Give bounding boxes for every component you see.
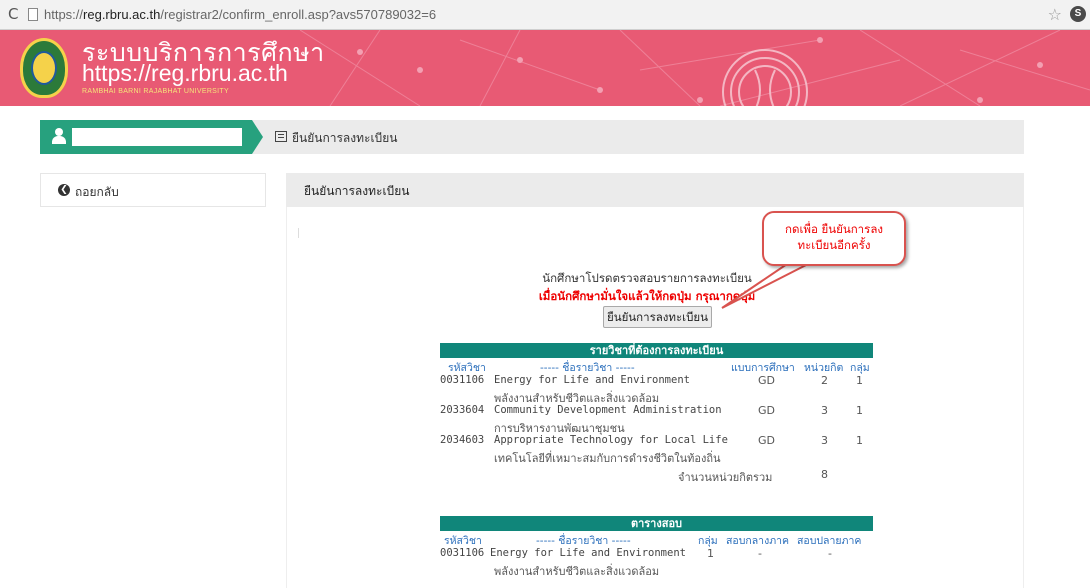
- course-name-en: Energy for Life and Environment: [494, 374, 690, 386]
- site-url: https://reg.rbru.ac.th: [82, 60, 288, 86]
- course-name-en: Community Development Administration: [494, 404, 722, 416]
- university-name: RAMBHAI BARNI RAJABHAT UNIVERSITY: [82, 88, 229, 95]
- course-name-en: Energy for Life and Environment: [490, 547, 686, 559]
- group: 1: [856, 434, 863, 447]
- callout-line-2: ทะเบียนอีกครั้ง: [797, 238, 871, 252]
- panel-title: ยืนยันการลงทะเบียน: [304, 184, 410, 198]
- total-credits-label: จำนวนหน่วยกิตรวม: [678, 471, 773, 484]
- back-button[interactable]: ❮ ถอยกลับ: [40, 173, 266, 207]
- panel-header: ยืนยันการลงทะเบียน: [286, 173, 1024, 207]
- course-code: 0031106: [440, 547, 485, 559]
- user-name-field: [72, 128, 242, 146]
- exam-table: ตารางสอบ รหัสวิชา ----- ชื่อรายวิชา ----…: [440, 516, 873, 578]
- callout-box: กดเพื่อ ยืนยันการลง ทะเบียนอีกครั้ง: [762, 211, 906, 266]
- breadcrumb-current: ยืนยันการลงทะเบียน: [292, 131, 398, 145]
- exam-group: 1: [707, 547, 714, 560]
- url-host: reg.rbru.ac.th: [83, 7, 161, 22]
- notice-warning: เมื่อนักศึกษามั่นใจแล้วให้กดปุ่ม กรุณากด…: [538, 289, 756, 303]
- reload-icon[interactable]: C: [8, 5, 18, 23]
- course-code: 0031106: [440, 374, 485, 386]
- confirm-enroll-button[interactable]: ยืนยันการลงทะเบียน: [603, 306, 712, 328]
- exam-table-title: ตารางสอบ: [440, 516, 873, 531]
- url-path: /registrar2/confirm_enroll.asp?avs570789…: [160, 7, 437, 22]
- user-box: [40, 120, 252, 154]
- arrow-left-circle-icon: ❮: [58, 184, 70, 196]
- page-icon: [28, 8, 38, 21]
- total-credits-row: จำนวนหน่วยกิตรวม 8: [440, 463, 873, 485]
- site-header-banner: ระบบบริการการศึกษา https://reg.rbru.ac.t…: [0, 30, 1090, 106]
- enroll-table-header: รหัสวิชา ----- ชื่อรายวิชา ----- แบบการศ…: [440, 358, 873, 374]
- list-icon: [275, 131, 287, 142]
- study-type: GD: [758, 374, 775, 387]
- course-name-en: Appropriate Technology for Local Life: [494, 434, 728, 446]
- notice-text: นักศึกษาโปรดตรวจสอบรายการลงทะเบียน: [542, 271, 752, 285]
- url-prefix: https://: [44, 7, 84, 22]
- extension-icon[interactable]: S: [1070, 6, 1086, 22]
- bookmark-star-icon[interactable]: ☆: [1048, 5, 1062, 24]
- course-code: 2034603: [440, 434, 485, 446]
- enroll-table: รายวิชาที่ต้องการลงทะเบียน รหัสวิชา ----…: [440, 343, 873, 485]
- credits: 3: [821, 434, 828, 447]
- course-code: 2033604: [440, 404, 485, 416]
- group: 1: [856, 404, 863, 417]
- url-field[interactable]: https://reg.rbru.ac.th/registrar2/confir…: [44, 7, 436, 22]
- user-box-arrow: [252, 120, 263, 154]
- table-row: 2033604 Community Development Administra…: [440, 403, 873, 435]
- course-name-th: พลังงานสำหรับชีวิตและสิ่งแวดล้อม: [494, 565, 660, 578]
- callout-line-1: กดเพื่อ ยืนยันการลง: [785, 222, 883, 236]
- group: 1: [856, 374, 863, 387]
- table-row: 0031106 Energy for Life and Environment …: [440, 373, 873, 405]
- university-logo[interactable]: [20, 38, 68, 98]
- back-label: ถอยกลับ: [75, 185, 119, 199]
- study-type: GD: [758, 434, 775, 447]
- credits: 2: [821, 374, 828, 387]
- final-exam: -: [828, 547, 832, 560]
- user-icon: [52, 128, 66, 144]
- study-type: GD: [758, 404, 775, 417]
- table-row: 2034603 Appropriate Technology for Local…: [440, 433, 873, 465]
- total-credits-value: 8: [821, 468, 828, 481]
- divider: [298, 228, 299, 238]
- logo-emblem: [31, 51, 57, 85]
- enroll-table-title: รายวิชาที่ต้องการลงทะเบียน: [440, 343, 873, 358]
- table-row: 0031106 Energy for Life and Environment …: [440, 546, 873, 578]
- exam-table-header: รหัสวิชา ----- ชื่อรายวิชา ----- กลุ่ม ส…: [440, 531, 873, 547]
- credits: 3: [821, 404, 828, 417]
- midterm-exam: -: [758, 547, 762, 560]
- browser-address-bar: C https://reg.rbru.ac.th/registrar2/conf…: [0, 0, 1090, 30]
